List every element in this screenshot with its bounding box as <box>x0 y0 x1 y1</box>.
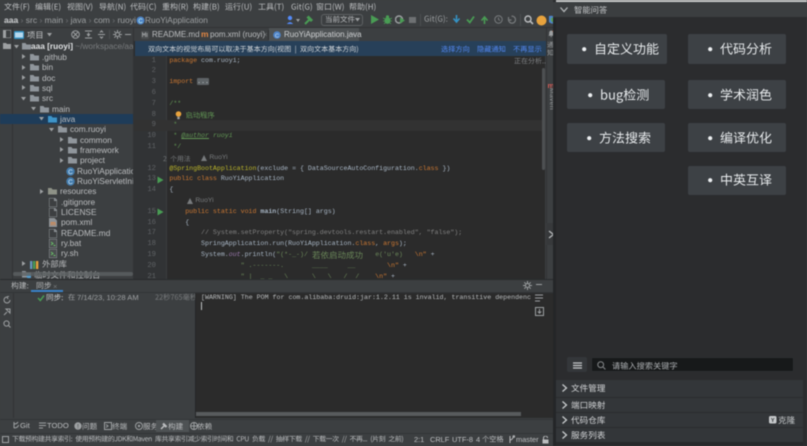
svg-text:Y: Y <box>771 418 775 424</box>
svg-text:m: m <box>50 222 55 228</box>
svg-text:C: C <box>138 18 143 24</box>
svg-text:C: C <box>68 169 73 176</box>
svg-text:C: C <box>275 33 279 39</box>
svg-text:C: C <box>68 179 73 186</box>
